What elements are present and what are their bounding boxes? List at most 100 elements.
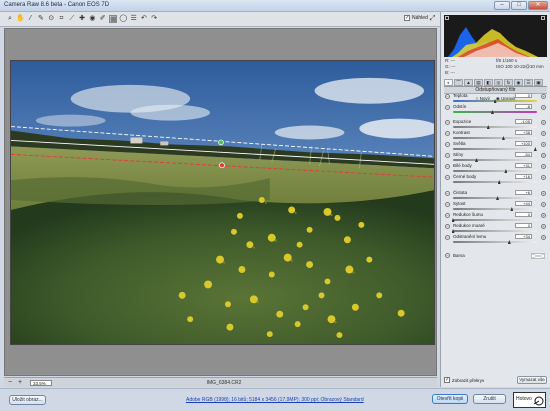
minus-icon[interactable]: − bbox=[445, 191, 450, 196]
slider-value-field[interactable]: -8 bbox=[515, 104, 532, 109]
slider-track[interactable] bbox=[453, 208, 537, 210]
minus-icon[interactable]: − bbox=[445, 224, 450, 229]
zoom-select[interactable]: 33,5% bbox=[30, 380, 52, 386]
white-balance-tool-icon[interactable]: ⁄ bbox=[27, 15, 35, 23]
preferences-icon[interactable]: ☰ bbox=[130, 15, 138, 23]
tab-effects[interactable]: fx bbox=[504, 79, 513, 86]
rotate-right-icon[interactable]: ↷ bbox=[150, 15, 158, 23]
slider-track[interactable] bbox=[453, 126, 537, 128]
slider-value-field[interactable]: +100 bbox=[515, 141, 532, 146]
preview-canvas[interactable] bbox=[4, 28, 437, 376]
slider-track[interactable] bbox=[453, 111, 537, 113]
photo-preview[interactable] bbox=[10, 60, 435, 345]
slider-value-field[interactable]: 0 bbox=[515, 93, 532, 98]
color-swatch[interactable] bbox=[531, 253, 545, 259]
done-button[interactable]: Hotovo bbox=[513, 392, 546, 408]
plus-icon[interactable]: + bbox=[541, 94, 546, 99]
tab-camera-calibration[interactable]: ◉ bbox=[514, 79, 523, 86]
overlay-checkbox[interactable]: ✓ bbox=[444, 377, 450, 383]
minus-icon[interactable]: − bbox=[445, 94, 450, 99]
slider-track[interactable] bbox=[453, 170, 537, 172]
minus-icon[interactable]: − bbox=[445, 235, 450, 240]
plus-icon[interactable]: + bbox=[541, 235, 546, 240]
plus-icon[interactable]: + bbox=[541, 213, 546, 218]
plus-icon[interactable]: + bbox=[541, 131, 546, 136]
plus-icon[interactable]: + bbox=[541, 175, 546, 180]
close-button[interactable]: ✕ bbox=[528, 1, 548, 10]
slider-value-field[interactable]: +16 bbox=[515, 174, 532, 179]
minus-icon[interactable]: − bbox=[445, 105, 450, 110]
hand-tool-icon[interactable]: ✋ bbox=[16, 15, 25, 23]
targeted-adjustment-tool-icon[interactable]: ⊙ bbox=[47, 15, 55, 23]
minus-icon[interactable]: − bbox=[445, 175, 450, 180]
tab-presets[interactable]: ☰ bbox=[524, 79, 533, 86]
slider-track[interactable] bbox=[453, 137, 537, 139]
plus-icon[interactable]: + bbox=[541, 224, 546, 229]
plus-icon[interactable]: + bbox=[541, 202, 546, 207]
slider-value-field[interactable]: -54 bbox=[515, 152, 532, 157]
zoom-out-icon[interactable]: − bbox=[6, 379, 14, 387]
maximize-button[interactable]: □ bbox=[511, 1, 527, 10]
slider-value-field[interactable]: 0 bbox=[515, 212, 532, 217]
plus-icon[interactable]: + bbox=[541, 105, 546, 110]
slider-value-field[interactable]: 0 bbox=[515, 223, 532, 228]
minus-icon[interactable]: − bbox=[445, 202, 450, 207]
minus-icon[interactable]: − bbox=[445, 120, 450, 125]
preview-checkbox[interactable]: ✓ bbox=[404, 15, 410, 21]
highlight-clipping-icon[interactable] bbox=[541, 16, 545, 20]
plus-icon[interactable]: + bbox=[541, 164, 546, 169]
tab-snapshots[interactable]: ▣ bbox=[534, 79, 543, 86]
open-copy-button[interactable]: Otevřít kopii bbox=[432, 394, 468, 404]
minimize-button[interactable]: – bbox=[494, 1, 510, 10]
clear-all-button[interactable]: Vymazat vše bbox=[517, 376, 547, 384]
tab-hsl[interactable]: ▤ bbox=[474, 79, 483, 86]
color-minus-icon[interactable]: − bbox=[445, 253, 450, 258]
slider-value-field[interactable]: +34 bbox=[515, 234, 532, 239]
slider-track[interactable] bbox=[453, 230, 537, 232]
rotate-left-icon[interactable]: ↶ bbox=[140, 15, 148, 23]
adjustment-brush-icon[interactable]: ✐ bbox=[99, 15, 107, 23]
overlay-toggle[interactable]: ✓ Zobrazit překryv bbox=[444, 377, 484, 383]
spot-removal-tool-icon[interactable]: ✚ bbox=[78, 15, 86, 23]
fullscreen-icon[interactable]: ⤢ bbox=[428, 15, 437, 24]
slider-track[interactable] bbox=[453, 181, 537, 183]
plus-icon[interactable]: + bbox=[541, 142, 546, 147]
minus-icon[interactable]: − bbox=[445, 213, 450, 218]
crop-tool-icon[interactable]: ⌗ bbox=[58, 15, 66, 23]
tab-tone-curve[interactable]: ⌒ bbox=[454, 79, 463, 86]
graduated-filter-icon[interactable]: ▦ bbox=[109, 15, 117, 23]
preview-toggle[interactable]: ✓ Náhled bbox=[404, 15, 428, 21]
slider-track[interactable] bbox=[453, 219, 537, 221]
slider-track[interactable] bbox=[453, 197, 537, 199]
workflow-options-link[interactable]: Adobe RGB (1998); 16 bitů; 5184 x 3456 (… bbox=[186, 397, 364, 403]
plus-icon[interactable]: + bbox=[541, 120, 546, 125]
plus-icon[interactable]: + bbox=[541, 153, 546, 158]
color-sampler-tool-icon[interactable]: ✎ bbox=[37, 15, 45, 23]
straighten-tool-icon[interactable]: ⟋ bbox=[68, 15, 76, 23]
slider-track[interactable] bbox=[453, 241, 537, 243]
minus-icon[interactable]: − bbox=[445, 153, 450, 158]
color-row[interactable]: − Barva bbox=[445, 252, 546, 260]
slider-track[interactable] bbox=[453, 159, 537, 161]
slider-track[interactable] bbox=[453, 148, 537, 150]
slider-value-field[interactable]: +6 bbox=[515, 190, 532, 195]
plus-icon[interactable]: + bbox=[541, 191, 546, 196]
shadow-clipping-icon[interactable] bbox=[445, 16, 449, 20]
slider-value-field[interactable]: +44 bbox=[515, 201, 532, 206]
minus-icon[interactable]: − bbox=[445, 131, 450, 136]
tab-lens[interactable]: ◎ bbox=[494, 79, 503, 86]
slider-value-field[interactable]: +38 bbox=[515, 130, 532, 135]
radial-filter-icon[interactable]: ◯ bbox=[119, 15, 127, 23]
tab-detail[interactable]: ▲ bbox=[464, 79, 473, 86]
zoom-in-icon[interactable]: + bbox=[16, 379, 24, 387]
zoom-tool-icon[interactable]: ⌕ bbox=[6, 15, 14, 23]
minus-icon[interactable]: − bbox=[445, 164, 450, 169]
tab-basic[interactable]: ◐ bbox=[444, 79, 453, 86]
slider-value-field[interactable]: +31 bbox=[515, 163, 532, 168]
red-eye-tool-icon[interactable]: ◉ bbox=[88, 15, 96, 23]
save-image-button[interactable]: Uložit obraz... bbox=[9, 395, 46, 405]
slider-value-field[interactable]: -1,05 bbox=[515, 119, 532, 124]
tab-split-toning[interactable]: ◧ bbox=[484, 79, 493, 86]
minus-icon[interactable]: − bbox=[445, 142, 450, 147]
cancel-button[interactable]: Zrušit bbox=[473, 394, 506, 404]
